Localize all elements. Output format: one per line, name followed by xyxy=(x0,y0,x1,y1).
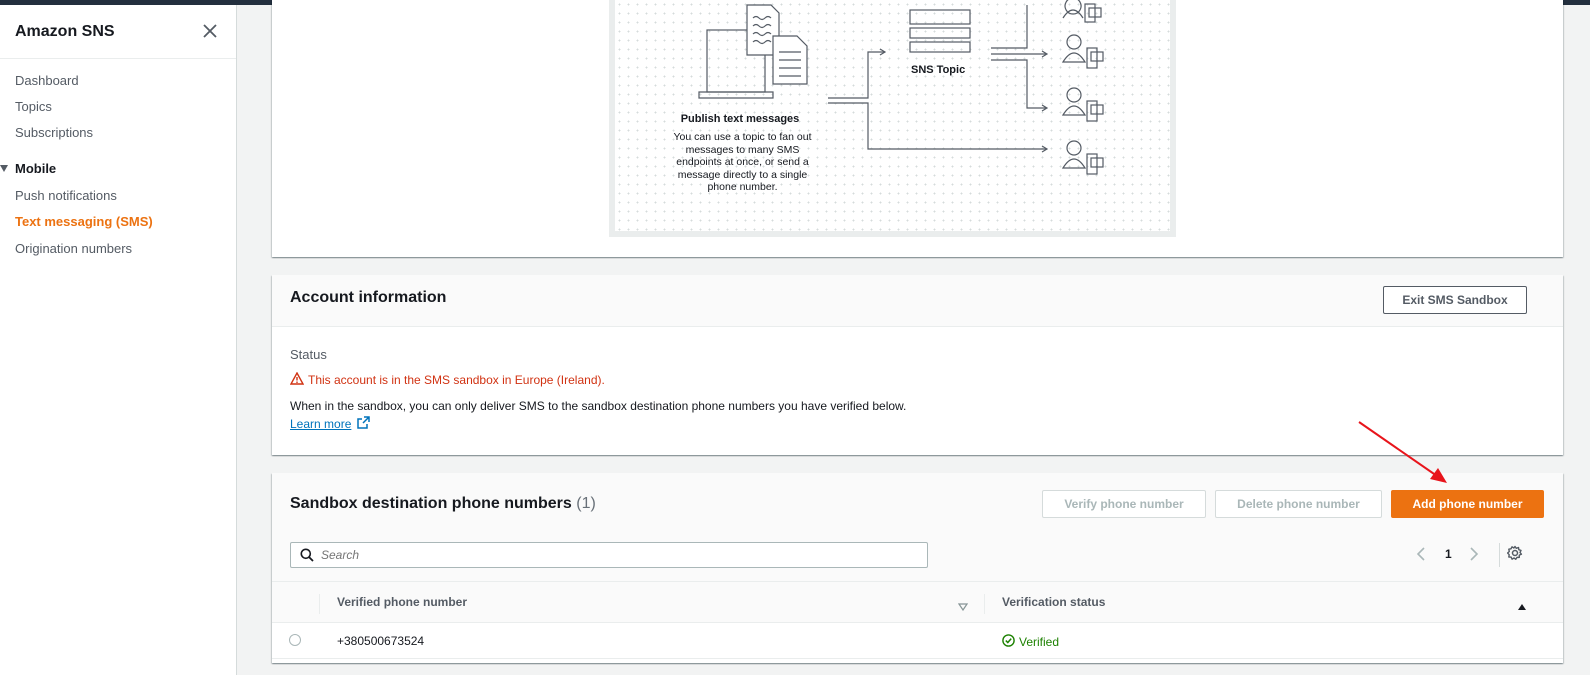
verified-status-text: Verified xyxy=(1019,635,1060,649)
learn-more-link[interactable]: Learn more xyxy=(290,417,351,431)
sidebar: Amazon SNS Dashboard Topics Subscription… xyxy=(0,5,237,675)
diagram-topic-label: SNS Topic xyxy=(911,64,966,76)
sidebar-item-push-notifications[interactable]: Push notifications xyxy=(15,188,117,203)
exit-sms-sandbox-button[interactable]: Exit SMS Sandbox xyxy=(1383,286,1527,314)
external-link-icon xyxy=(356,416,370,434)
diagram-publish-description: You can use a topic to fan out messages … xyxy=(673,131,812,193)
sidebar-item-text-messaging[interactable]: Text messaging (SMS) xyxy=(15,214,153,229)
verify-phone-number-button[interactable]: Verify phone number xyxy=(1042,490,1206,518)
caret-down-icon xyxy=(0,165,8,173)
pager-divider xyxy=(1499,543,1500,567)
row-select-radio[interactable] xyxy=(289,634,301,646)
sidebar-section-label: Mobile xyxy=(15,161,57,176)
phone-number-cell: +380500673524 xyxy=(337,634,425,648)
add-phone-number-button[interactable]: Add phone number xyxy=(1391,490,1544,518)
sidebar-item-origination-numbers[interactable]: Origination numbers xyxy=(15,241,132,256)
close-icon[interactable] xyxy=(201,22,219,40)
sidebar-section-mobile[interactable]: Mobile xyxy=(0,161,56,176)
column-divider xyxy=(984,594,985,614)
diagram-illustration: Publish text messages You can use a topi… xyxy=(609,0,1176,237)
status-warning: This account is in the SMS sandbox in Eu… xyxy=(289,371,605,388)
sort-ascending-icon[interactable] xyxy=(1517,598,1527,616)
column-divider xyxy=(319,594,320,614)
check-circle-icon xyxy=(1002,634,1015,650)
sidebar-item-subscriptions[interactable]: Subscriptions xyxy=(15,125,93,140)
page-number[interactable]: 1 xyxy=(1445,547,1452,561)
table-header: Verified phone number Verification statu… xyxy=(272,581,1563,623)
search-input[interactable] xyxy=(321,546,911,564)
account-information-header: Account information Exit SMS Sandbox xyxy=(272,275,1563,327)
warning-icon xyxy=(289,371,305,388)
search-icon xyxy=(300,548,314,567)
next-page-icon[interactable] xyxy=(1469,547,1479,566)
sidebar-item-dashboard[interactable]: Dashboard xyxy=(15,73,79,88)
sidebar-header: Amazon SNS xyxy=(0,5,236,59)
sidebar-item-topics[interactable]: Topics xyxy=(15,99,52,114)
previous-page-icon[interactable] xyxy=(1416,547,1426,566)
column-header-verification-status[interactable]: Verification status xyxy=(1002,595,1105,609)
sort-caret-icon[interactable] xyxy=(957,598,969,616)
sandbox-description: When in the sandbox, you can only delive… xyxy=(290,397,910,434)
sandbox-destination-panel: Sandbox destination phone numbers (1) Ve… xyxy=(272,473,1563,663)
sandbox-count: (1) xyxy=(576,495,596,512)
learn-more-label: Learn more xyxy=(290,417,352,431)
verification-status-cell: Verified xyxy=(1002,634,1059,650)
sandbox-destination-title: Sandbox destination phone numbers (1) xyxy=(290,495,596,513)
gear-icon[interactable] xyxy=(1506,545,1523,566)
account-information-title: Account information xyxy=(290,289,447,306)
sandbox-destination-header: Sandbox destination phone numbers (1) Ve… xyxy=(272,473,1563,581)
status-warning-text: This account is in the SMS sandbox in Eu… xyxy=(308,373,605,387)
status-label: Status xyxy=(290,347,327,362)
sandbox-title-text: Sandbox destination phone numbers xyxy=(290,495,572,512)
account-information-panel: Account information Exit SMS Sandbox Sta… xyxy=(272,275,1563,455)
search-box xyxy=(290,542,928,568)
diagram-panel: Publish text messages You can use a topi… xyxy=(272,0,1563,257)
sidebar-title: Amazon SNS xyxy=(15,23,115,40)
sandbox-description-text: When in the sandbox, you can only delive… xyxy=(290,399,907,413)
column-header-verified-phone-number[interactable]: Verified phone number xyxy=(337,595,467,609)
table-row[interactable]: +380500673524 Verified xyxy=(272,623,1563,659)
diagram-publish-title: Publish text messages xyxy=(680,113,800,125)
delete-phone-number-button[interactable]: Delete phone number xyxy=(1215,490,1382,518)
